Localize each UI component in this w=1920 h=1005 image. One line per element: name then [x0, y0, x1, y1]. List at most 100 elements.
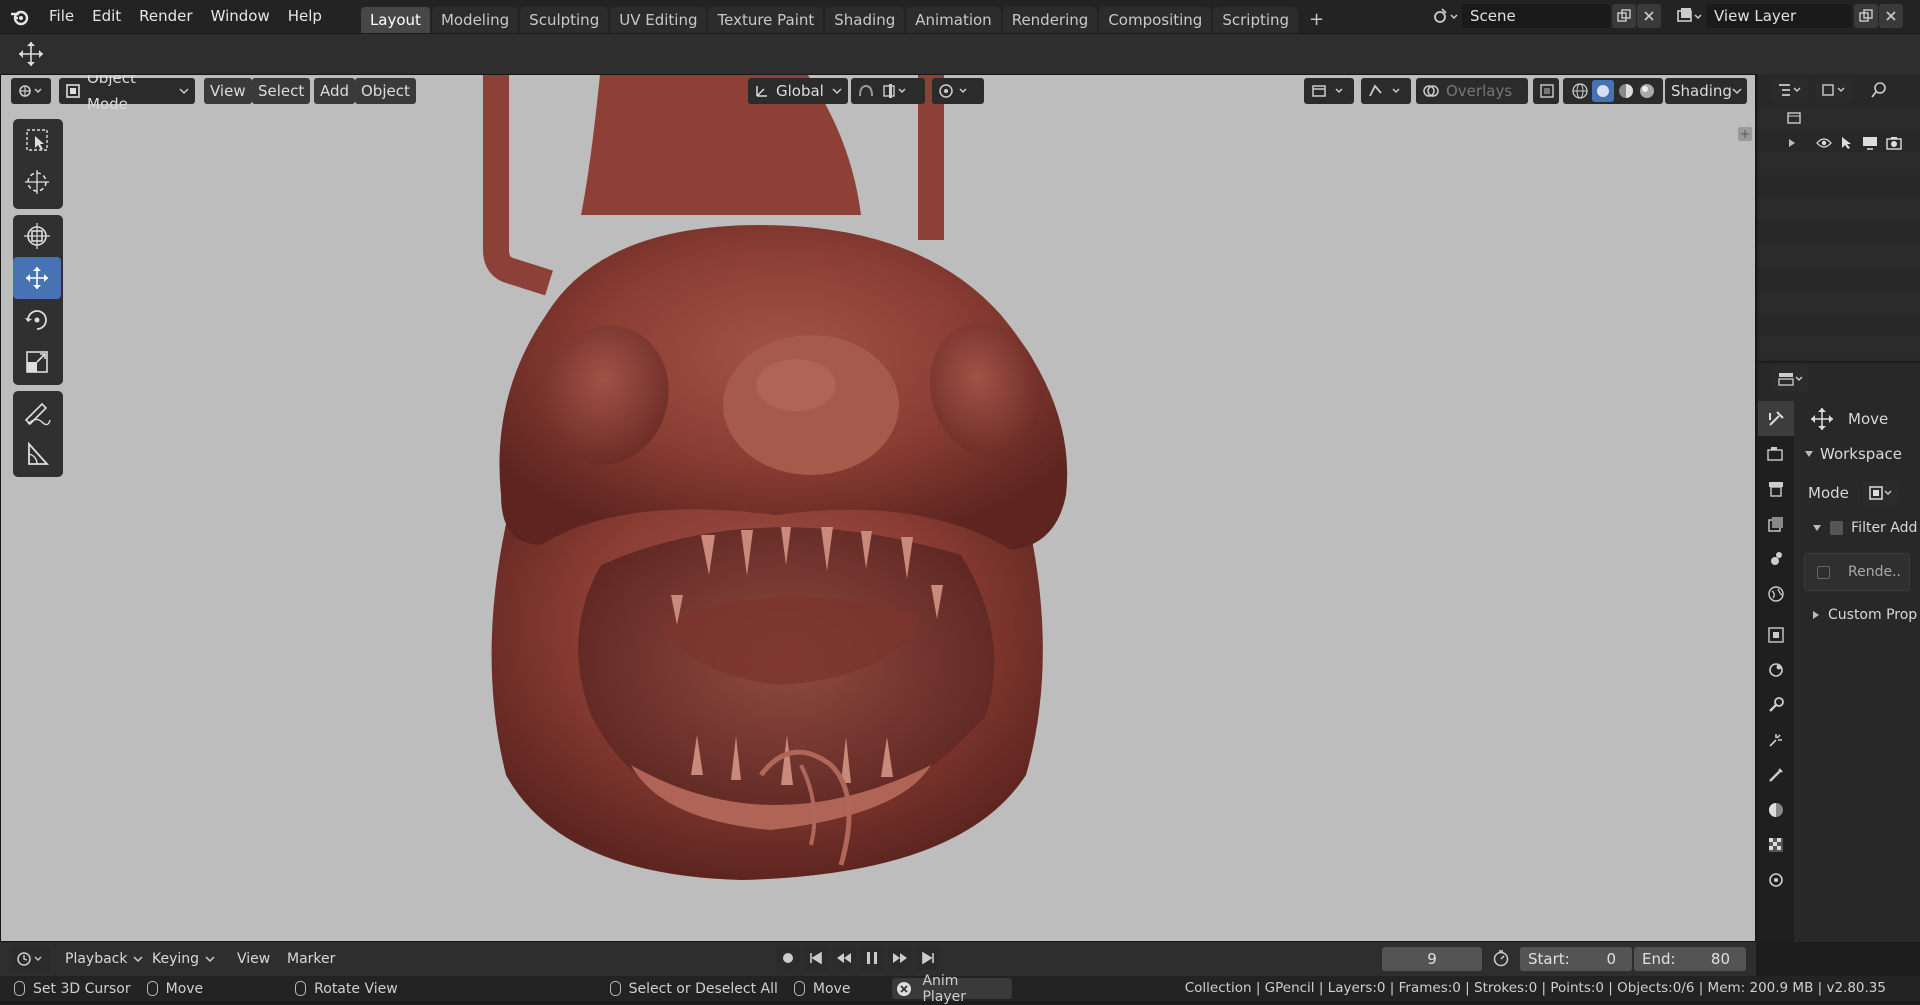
tab-uv-editing[interactable]: UV Editing: [610, 7, 707, 33]
copy-scene-icon[interactable]: [1612, 4, 1636, 28]
material-shading-icon[interactable]: [1617, 82, 1635, 100]
output-tab-icon[interactable]: [1758, 471, 1794, 506]
tab-shading[interactable]: Shading: [825, 7, 905, 33]
solid-shading-icon[interactable]: [1591, 80, 1614, 102]
wireframe-shading-icon[interactable]: [1571, 82, 1589, 100]
collection-icon[interactable]: [1786, 110, 1802, 126]
current-frame-field[interactable]: 9: [1382, 947, 1482, 971]
scene-name-field[interactable]: Scene: [1462, 4, 1610, 28]
tab-sculpting[interactable]: Sculpting: [520, 7, 609, 33]
tab-compositing[interactable]: Compositing: [1099, 7, 1212, 33]
select-box-tool[interactable]: [13, 119, 61, 161]
pivot-snap-group[interactable]: [851, 78, 925, 104]
overlays-dropdown[interactable]: Overlays: [1416, 78, 1528, 104]
render-tab-icon[interactable]: [1758, 436, 1794, 471]
transform-orientation-dropdown[interactable]: Global: [748, 78, 848, 104]
transform-tool[interactable]: [13, 215, 61, 257]
collapse-arrow-icon[interactable]: [1812, 524, 1822, 532]
rotate-tool[interactable]: [13, 299, 61, 341]
sidebar-toggle-icon[interactable]: +: [1738, 127, 1752, 141]
menu-window[interactable]: Window: [202, 0, 279, 33]
select-cursor-icon[interactable]: [1840, 136, 1854, 150]
close-view-layer-icon[interactable]: [1879, 4, 1903, 28]
workspace-panel-header[interactable]: Workspace: [1804, 445, 1918, 463]
rendered-shading-icon[interactable]: [1638, 82, 1656, 100]
search-icon[interactable]: [1866, 78, 1892, 102]
timeline-view-menu[interactable]: View: [237, 951, 270, 967]
xray-toggle[interactable]: [1533, 78, 1559, 104]
custom-properties-header[interactable]: Custom Prope: [1812, 607, 1918, 623]
cancel-icon[interactable]: [896, 981, 912, 997]
mode-dropdown[interactable]: Object Mode: [59, 75, 195, 113]
tab-modeling[interactable]: Modeling: [431, 7, 519, 33]
stopwatch-icon[interactable]: [1492, 949, 1510, 967]
tab-animation[interactable]: Animation: [906, 7, 1001, 33]
scene-tab-icon[interactable]: [1758, 541, 1794, 576]
view-layer-field[interactable]: View Layer: [1706, 4, 1852, 28]
end-frame-field[interactable]: End: 80: [1634, 947, 1746, 971]
scale-tool[interactable]: [13, 341, 61, 383]
particles-tab-icon[interactable]: [1758, 722, 1794, 757]
move-tool[interactable]: [13, 257, 61, 299]
data-tab-icon[interactable]: [1758, 862, 1794, 897]
shading-mode-group[interactable]: [1563, 78, 1663, 104]
physics-tab-icon[interactable]: [1758, 757, 1794, 792]
object-tab-icon[interactable]: [1758, 617, 1794, 652]
copy-view-layer-icon[interactable]: [1854, 4, 1878, 28]
scene-icon[interactable]: [1428, 4, 1462, 28]
anim-player-job[interactable]: Anim Player: [892, 973, 1013, 1005]
menu-add[interactable]: Add: [314, 78, 356, 104]
annotate-tool[interactable]: [13, 391, 61, 433]
outliner-filter[interactable]: [1816, 77, 1852, 103]
expand-arrow-icon[interactable]: [1788, 138, 1796, 148]
editor-type-button[interactable]: [11, 78, 51, 104]
fast-forward-icon[interactable]: [888, 946, 912, 970]
outliner-display-mode[interactable]: [1772, 77, 1808, 103]
jump-start-icon[interactable]: [804, 946, 828, 970]
proportional-edit-button[interactable]: [932, 78, 984, 104]
view-layer-tab-icon[interactable]: [1758, 506, 1794, 541]
jump-end-icon[interactable]: [916, 946, 940, 970]
filter-addons-checkbox[interactable]: [1830, 521, 1844, 535]
eye-icon[interactable]: [1816, 137, 1832, 149]
timeline-editor-type[interactable]: [10, 946, 50, 972]
tab-layout[interactable]: Layout: [360, 7, 430, 33]
close-scene-icon[interactable]: [1637, 4, 1661, 28]
render-checkbox[interactable]: [1817, 565, 1830, 579]
start-frame-field[interactable]: Start: 0: [1520, 947, 1632, 971]
menu-object[interactable]: Object: [355, 78, 416, 104]
properties-editor-type[interactable]: [1772, 366, 1808, 392]
tab-rendering[interactable]: Rendering: [1002, 7, 1098, 33]
menu-render[interactable]: Render: [130, 0, 201, 33]
world-tab-icon[interactable]: [1758, 576, 1794, 611]
camera-icon[interactable]: [1886, 136, 1902, 150]
monitor-icon[interactable]: [1862, 136, 1878, 150]
pause-icon[interactable]: [860, 946, 884, 970]
shading-dropdown[interactable]: Shading: [1665, 78, 1747, 104]
object-types-filter[interactable]: [1304, 78, 1354, 104]
timeline-marker-menu[interactable]: Marker: [287, 951, 335, 967]
measure-tool[interactable]: [13, 433, 61, 475]
workspace-mode-dropdown[interactable]: [1862, 481, 1899, 505]
tab-texture-paint[interactable]: Texture Paint: [708, 7, 824, 33]
cursor-tool[interactable]: [13, 161, 61, 203]
tab-scripting[interactable]: Scripting: [1213, 7, 1299, 33]
tool-tab-icon[interactable]: [1758, 401, 1794, 436]
move-tool-icon[interactable]: [14, 40, 48, 68]
record-icon[interactable]: [776, 946, 800, 970]
view-layer-icon[interactable]: [1672, 4, 1706, 28]
playback-menu[interactable]: Playback: [65, 951, 143, 967]
gizmo-toggle[interactable]: [1361, 78, 1411, 104]
texture-tab-icon[interactable]: [1758, 827, 1794, 862]
menu-select[interactable]: Select: [252, 78, 311, 104]
menu-view[interactable]: View: [204, 78, 252, 104]
menu-edit[interactable]: Edit: [83, 0, 130, 33]
3d-viewport[interactable]: Object Mode View Select Add Object Globa…: [0, 74, 1756, 942]
modifier-wrench-icon[interactable]: [1758, 687, 1794, 722]
constraints-tab-icon[interactable]: [1758, 652, 1794, 687]
rewind-icon[interactable]: [832, 946, 856, 970]
menu-file[interactable]: File: [40, 0, 83, 33]
add-workspace-button[interactable]: +: [1300, 7, 1333, 33]
material-tab-icon[interactable]: [1758, 792, 1794, 827]
menu-help[interactable]: Help: [279, 0, 331, 33]
